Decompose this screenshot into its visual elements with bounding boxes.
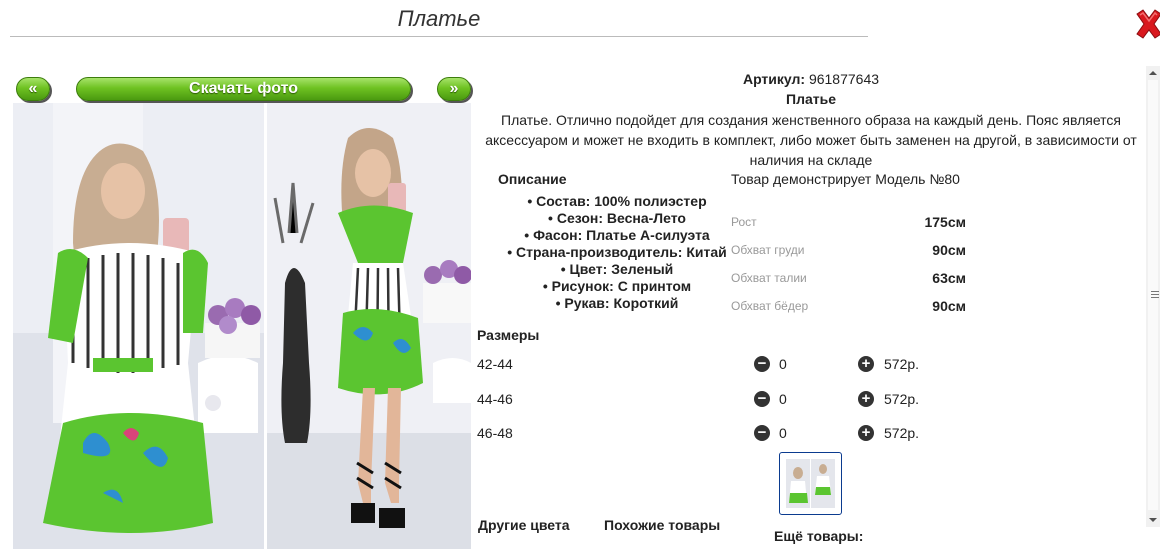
spec-item: Фасон: Платье А-силуэта [497, 227, 737, 244]
plus-button[interactable]: + [858, 356, 874, 372]
size-label: 44-46 [477, 391, 513, 407]
more-products-heading: Ещё товары: [774, 528, 864, 544]
minus-icon: − [757, 424, 767, 441]
sizes-heading: Размеры [477, 327, 540, 343]
close-x-icon [1136, 9, 1160, 39]
plus-icon: + [861, 355, 871, 372]
quantity-value: 0 [779, 391, 787, 407]
article-value: 961877643 [808, 71, 880, 87]
measure-label-bust: Обхват груди [731, 243, 805, 257]
price-value: 572р. [884, 356, 920, 372]
quantity-value: 0 [779, 425, 787, 441]
next-photo-button[interactable]: » [437, 77, 471, 101]
similar-products-heading: Похожие товары [604, 517, 721, 533]
quantity-value: 0 [779, 356, 787, 372]
scroll-down-arrow[interactable] [1146, 513, 1160, 527]
measure-label-hips: Обхват бёдер [731, 299, 809, 313]
measure-value-hips: 90см [932, 298, 966, 314]
spec-item: Цвет: Зеленый [497, 261, 737, 278]
scroll-thumb[interactable] [1148, 80, 1159, 510]
measure-value-bust: 90см [932, 242, 966, 258]
spec-item: Сезон: Весна-Лето [497, 210, 737, 227]
close-button[interactable] [1134, 8, 1160, 40]
model-title: Товар демонстрирует Модель №80 [731, 171, 960, 187]
plus-button[interactable]: + [858, 425, 874, 441]
prev-photo-button[interactable]: « [16, 77, 50, 101]
scroll-up-arrow[interactable] [1146, 66, 1160, 80]
minus-button[interactable]: − [754, 425, 770, 441]
price-value: 572р. [884, 391, 920, 407]
spec-item: Состав: 100% полиэстер [497, 193, 737, 210]
minus-button[interactable]: − [754, 356, 770, 372]
minus-icon: − [757, 390, 767, 407]
spec-item: Рукав: Короткий [497, 295, 737, 312]
product-description: Платье. Отлично подойдет для создания же… [485, 112, 1137, 168]
product-photo [13, 103, 471, 549]
spec-item: Рисунок: С принтом [497, 278, 737, 295]
measure-value-height: 175см [924, 214, 966, 230]
description-heading: Описание [498, 171, 567, 187]
product-name: Платье [786, 91, 836, 107]
price-value: 572р. [884, 425, 920, 441]
vertical-scrollbar[interactable] [1146, 66, 1160, 527]
size-label: 46-48 [477, 425, 513, 441]
measure-value-waist: 63см [932, 270, 966, 286]
measure-label-waist: Обхват талии [731, 271, 807, 285]
measure-label-height: Рост [731, 215, 757, 229]
size-label: 42-44 [477, 356, 513, 372]
article-line: Артикул: 961877643 [476, 71, 1146, 87]
download-photo-button[interactable]: Скачать фото [76, 77, 411, 101]
spec-list: Состав: 100% полиэстер Сезон: Весна-Лето… [497, 193, 737, 312]
spec-item: Страна-производитель: Китай [497, 244, 737, 261]
minus-icon: − [757, 355, 767, 372]
plus-button[interactable]: + [858, 391, 874, 407]
photo-thumbnail[interactable] [779, 452, 842, 515]
plus-icon: + [861, 424, 871, 441]
article-label: Артикул: [742, 71, 806, 87]
other-colors-heading: Другие цвета [478, 517, 570, 533]
plus-icon: + [861, 390, 871, 407]
minus-button[interactable]: − [754, 391, 770, 407]
dialog-title: Платье [10, 6, 868, 37]
